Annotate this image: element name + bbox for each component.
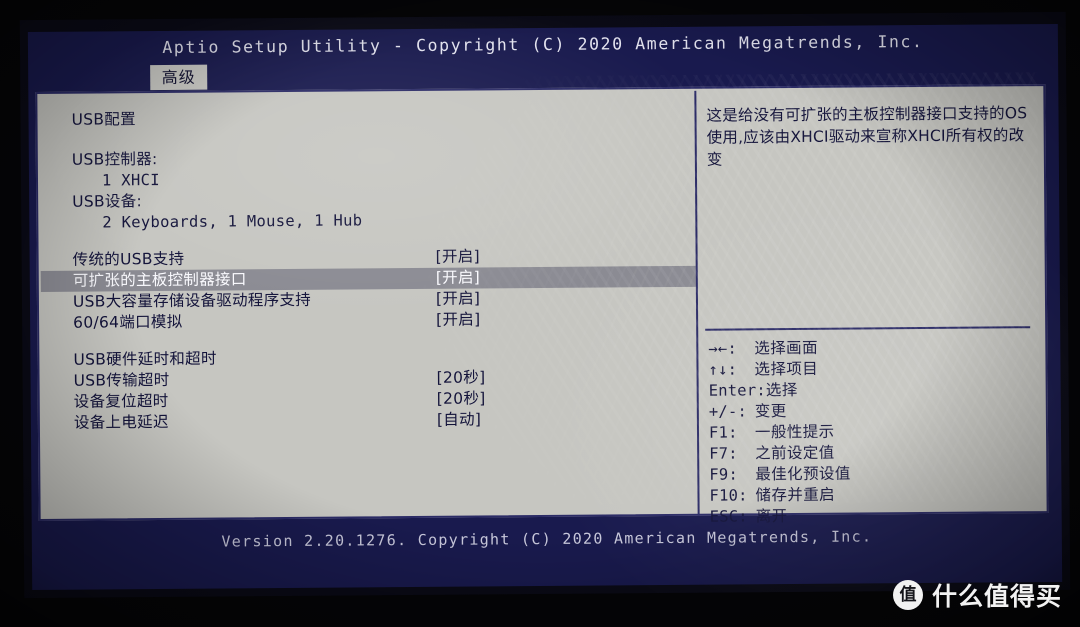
horizontal-divider xyxy=(705,326,1031,331)
key-legend-row: +/-: 变更 xyxy=(709,399,1039,423)
section-title: USB配置 xyxy=(39,105,694,131)
key-legend-row: F10: 储存并重启 xyxy=(709,483,1039,507)
setting-label: USB设备: xyxy=(72,192,143,211)
key-legend-key: →←: xyxy=(708,339,738,358)
setting-value[interactable]: [开启] xyxy=(436,310,480,331)
key-legend-desc: 储存并重启 xyxy=(755,485,836,505)
key-legend: →←: 选择画面 ↑↓: 选择项目 Enter:选择 +/-: 变更 F1: 一般性提示 F7: 之… xyxy=(708,336,1039,528)
key-legend-row: F7: 之前设定值 xyxy=(709,441,1039,465)
key-legend-desc: 选择项目 xyxy=(754,359,819,379)
setting-value[interactable]: [开启] xyxy=(436,289,480,310)
setting-value[interactable]: [开启] xyxy=(436,247,480,268)
setting-row[interactable]: 设备上电延迟 [自动] xyxy=(42,408,697,434)
key-legend-desc: 一般性提示 xyxy=(754,422,835,442)
key-legend-key: Enter: xyxy=(708,381,766,400)
setting-label: 2 Keyboards, 1 Mouse, 1 Hub xyxy=(102,211,363,232)
bios-setup-screen: Aptio Setup Utility - Copyright (C) 2020… xyxy=(27,23,1063,591)
key-legend-key: ↑↓: xyxy=(708,360,738,379)
settings-list: USB配置 USB控制器: 1 XHCI USB设备: 2 Keyboards, 1 M… xyxy=(39,91,697,521)
setting-label: 设备上电延迟 xyxy=(73,412,169,432)
setting-value[interactable]: [20秒] xyxy=(437,388,486,409)
photo-of-monitor: Aptio Setup Utility - Copyright (C) 2020… xyxy=(0,0,1080,627)
setting-label: 60/64端口模拟 xyxy=(73,312,183,332)
key-legend-key: F9: xyxy=(709,465,739,484)
setting-label: 传统的USB支持 xyxy=(72,249,185,269)
watermark-badge-icon: 值 xyxy=(892,580,923,610)
key-legend-desc: 之前设定值 xyxy=(755,443,835,463)
setting-label: USB控制器: xyxy=(71,150,158,169)
key-legend-key: F10: xyxy=(709,486,748,505)
setting-value[interactable]: [20秒] xyxy=(436,367,485,388)
setting-value[interactable]: [开启] xyxy=(436,268,480,289)
key-legend-desc: 变更 xyxy=(754,402,787,421)
setting-label: USB传输超时 xyxy=(73,370,170,390)
info-row: 2 Keyboards, 1 Mouse, 1 Hub xyxy=(40,208,695,234)
key-legend-row: F9: 最佳化预设值 xyxy=(709,462,1039,486)
setting-label: 1 XHCI xyxy=(101,171,160,190)
setting-row[interactable]: 60/64端口模拟 [开启] xyxy=(41,308,696,334)
main-panel: USB配置 USB控制器: 1 XHCI USB设备: 2 Keyboards, 1 M… xyxy=(35,84,1049,526)
setting-label: 设备复位超时 xyxy=(73,391,169,411)
setting-label: USB硬件延时和超时 xyxy=(73,349,217,369)
monitor-screen: Aptio Setup Utility - Copyright (C) 2020… xyxy=(19,11,1071,599)
key-legend-key: F7: xyxy=(709,444,738,463)
key-legend-desc: 选择 xyxy=(765,381,798,400)
key-legend-key: +/-: xyxy=(708,402,748,421)
key-legend-row: ↑↓: 选择项目 xyxy=(708,357,1038,381)
watermark-label: 什么值得买 xyxy=(931,582,1062,611)
setting-value[interactable]: [自动] xyxy=(437,410,481,431)
help-text: 这是给没有可扩张的主板控制器接口支持的OS使用,应该由XHCI驱动来宣称XHCI… xyxy=(706,104,1028,169)
key-legend-row: →←: 选择画面 xyxy=(708,336,1038,360)
tab-advanced[interactable]: 高级 xyxy=(150,64,208,91)
setting-label: 可扩张的主板控制器接口 xyxy=(72,270,247,290)
key-legend-key: F1: xyxy=(708,423,738,442)
key-legend-desc: 选择画面 xyxy=(754,338,819,358)
key-legend-row: F1: 一般性提示 xyxy=(709,420,1039,444)
watermark: 值 什么值得买 xyxy=(892,577,1062,613)
help-pane: 这是给没有可扩张的主板控制器接口支持的OS使用,应该由XHCI驱动来宣称XHCI… xyxy=(696,88,1048,526)
section-title-label: USB配置 xyxy=(71,110,136,129)
key-legend-row: Enter:选择 xyxy=(709,378,1039,402)
version-footer: Version 2.20.1276. Copyright (C) 2020 Am… xyxy=(221,527,873,551)
key-legend-desc: 最佳化预设值 xyxy=(755,464,851,484)
setting-label: USB大容量存储设备驱动程序支持 xyxy=(72,290,312,311)
